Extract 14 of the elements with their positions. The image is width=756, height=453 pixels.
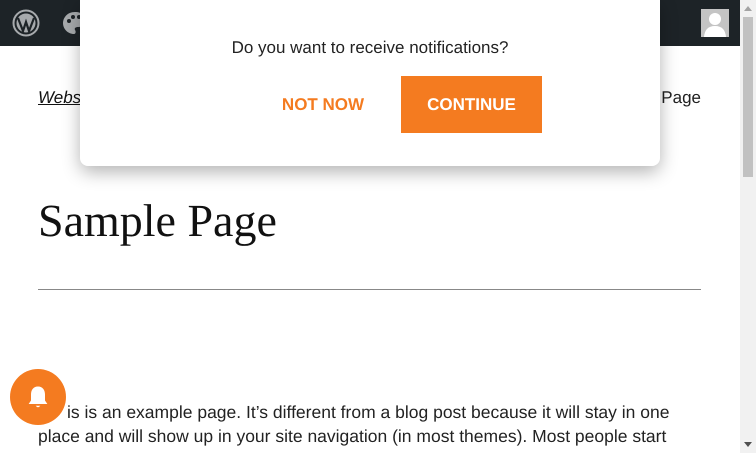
- scroll-thumb[interactable]: [743, 17, 753, 177]
- scroll-up-icon[interactable]: [744, 6, 752, 11]
- paragraph-line: place and will show up in your site navigation (in most themes). Most people start: [38, 424, 666, 448]
- breadcrumb-current: Page: [661, 88, 701, 108]
- breadcrumb-link[interactable]: Webs: [38, 88, 82, 108]
- scrollbar[interactable]: [740, 0, 756, 453]
- dialog-message: Do you want to receive notifications?: [232, 38, 508, 58]
- not-now-button[interactable]: NOT NOW: [245, 76, 401, 133]
- wordpress-logo-icon[interactable]: [12, 9, 40, 37]
- continue-button[interactable]: CONTINUE: [401, 76, 542, 133]
- avatar-icon[interactable]: [701, 9, 729, 37]
- page-title: Sample Page: [38, 196, 278, 247]
- paragraph-line: is is an example page. It’s different from a blog post because it will stay in one: [67, 400, 670, 424]
- scroll-down-icon[interactable]: [744, 442, 752, 447]
